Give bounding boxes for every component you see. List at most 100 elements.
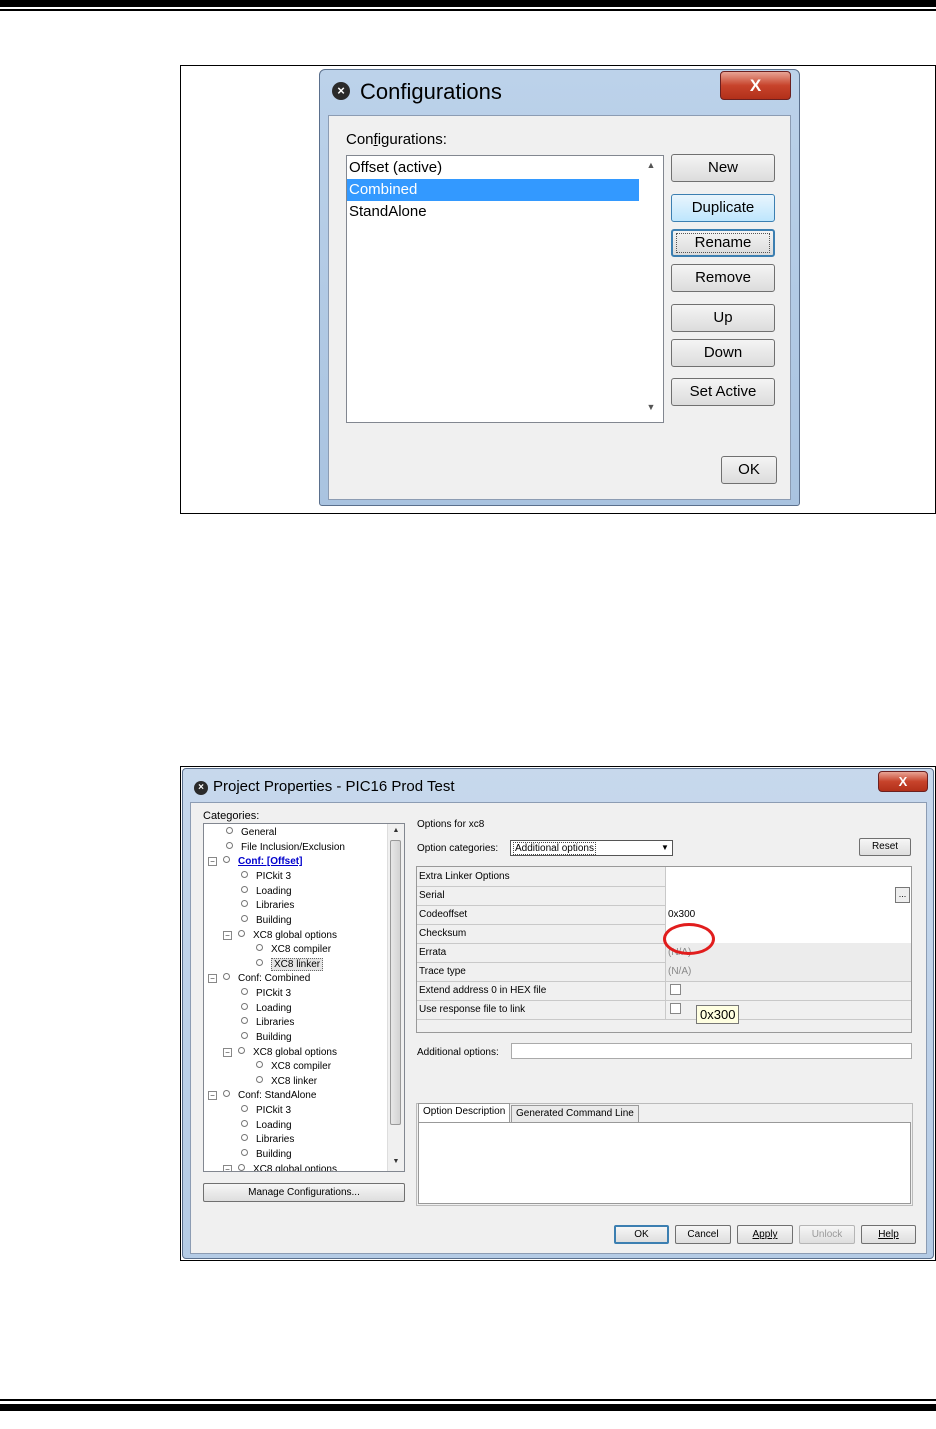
node-bullet-icon bbox=[256, 944, 263, 951]
option-value[interactable] bbox=[665, 867, 911, 886]
tree-item[interactable]: Loading bbox=[241, 885, 292, 899]
value-tooltip: 0x300 bbox=[696, 1005, 740, 1024]
list-scrollbar[interactable]: ▲ ▼ bbox=[639, 156, 663, 422]
list-item-selected[interactable]: Combined bbox=[347, 179, 639, 201]
tree-item[interactable]: File Inclusion/Exclusion bbox=[226, 841, 345, 855]
response-file-checkbox[interactable] bbox=[670, 1003, 681, 1014]
duplicate-button[interactable]: Duplicate bbox=[671, 194, 775, 222]
option-row[interactable]: Extend address 0 in HEX file bbox=[417, 981, 911, 1001]
node-bullet-icon bbox=[241, 1003, 248, 1010]
collapse-icon[interactable]: − bbox=[223, 1165, 232, 1171]
option-categories-dropdown[interactable]: Additional options ▼ bbox=[510, 840, 673, 856]
scroll-up-arrow-icon[interactable]: ▲ bbox=[639, 160, 663, 170]
up-button[interactable]: Up bbox=[671, 304, 775, 332]
option-row[interactable]: Codeoffset 0x300 bbox=[417, 905, 911, 925]
tree-item[interactable]: XC8 linker bbox=[256, 1075, 317, 1089]
tree-item-label: Loading bbox=[256, 886, 292, 897]
close-button[interactable]: X bbox=[878, 771, 928, 792]
tree-item[interactable]: − Conf: [Offset] bbox=[208, 855, 302, 869]
chevron-down-icon[interactable]: ▼ bbox=[658, 841, 672, 855]
option-value[interactable] bbox=[665, 981, 911, 1000]
categories-tree[interactable]: General File Inclusion/Exclusion − Conf: … bbox=[203, 823, 405, 1172]
dialog-body: Configurations: Offset (active) Combined… bbox=[328, 115, 791, 500]
collapse-icon[interactable]: − bbox=[208, 1091, 217, 1100]
reset-button-label: Reset bbox=[871, 841, 899, 852]
ok-button-label: OK bbox=[634, 1229, 649, 1240]
tree-item[interactable]: Loading bbox=[241, 1002, 292, 1016]
help-button[interactable]: Help bbox=[861, 1225, 916, 1244]
top-rule-thin bbox=[0, 9, 936, 11]
tree-item[interactable]: Building bbox=[241, 1031, 292, 1045]
option-value[interactable]: ... bbox=[665, 886, 911, 905]
additional-options-input[interactable] bbox=[511, 1043, 912, 1059]
option-row[interactable]: Serial... bbox=[417, 886, 911, 906]
close-button[interactable]: X bbox=[720, 71, 791, 100]
manage-configurations-button[interactable]: Manage Configurations... bbox=[203, 1183, 405, 1202]
tree-item-label: Building bbox=[256, 1149, 292, 1160]
option-row[interactable]: Trace type (N/A) bbox=[417, 962, 911, 982]
new-button[interactable]: New bbox=[671, 154, 775, 182]
tree-item[interactable]: Libraries bbox=[241, 1133, 294, 1147]
browse-button[interactable]: ... bbox=[895, 887, 910, 903]
node-bullet-icon bbox=[238, 930, 245, 937]
option-value[interactable]: 0x300 bbox=[665, 905, 911, 924]
tree-item[interactable]: Building bbox=[241, 1148, 292, 1162]
cancel-button[interactable]: Cancel bbox=[675, 1225, 731, 1244]
tree-item[interactable]: − Conf: StandAlone bbox=[208, 1089, 316, 1103]
node-bullet-icon bbox=[238, 1164, 245, 1171]
tree-item[interactable]: − XC8 global options bbox=[223, 1046, 337, 1060]
collapse-icon[interactable]: − bbox=[208, 857, 217, 866]
tree-item[interactable]: XC8 compiler bbox=[256, 943, 331, 957]
tree-item[interactable]: Libraries bbox=[241, 1016, 294, 1030]
down-button[interactable]: Down bbox=[671, 339, 775, 367]
option-row[interactable]: Errata (N/A) bbox=[417, 943, 911, 963]
tree-item[interactable]: Loading bbox=[241, 1119, 292, 1133]
tab-option-description[interactable]: Option Description bbox=[418, 1103, 511, 1122]
apply-button[interactable]: Apply bbox=[737, 1225, 793, 1244]
tree-item[interactable]: PICkit 3 bbox=[241, 870, 291, 884]
tree-item[interactable]: − Conf: Combined bbox=[208, 972, 310, 986]
tree-item[interactable]: General bbox=[226, 826, 277, 840]
reset-button[interactable]: Reset bbox=[859, 838, 911, 856]
ok-button[interactable]: OK bbox=[614, 1225, 669, 1244]
highlight-circle bbox=[663, 923, 715, 955]
option-row[interactable]: Extra Linker Options bbox=[417, 867, 911, 887]
collapse-icon[interactable]: − bbox=[223, 1048, 232, 1057]
additional-options-label: Additional options: bbox=[417, 1047, 499, 1058]
options-for-label: Options for xc8 bbox=[417, 819, 485, 830]
cancel-button-label: Cancel bbox=[687, 1229, 719, 1240]
tree-item[interactable]: PICkit 3 bbox=[241, 1104, 291, 1118]
collapse-icon[interactable]: − bbox=[208, 974, 217, 983]
tree-item[interactable]: XC8 compiler bbox=[256, 1060, 331, 1074]
option-name: Trace type bbox=[419, 966, 466, 977]
tree-item[interactable]: − XC8 global options bbox=[223, 1163, 337, 1171]
tree-item-selected[interactable]: XC8 linker bbox=[256, 958, 324, 972]
set-active-button-label: Set Active bbox=[689, 383, 757, 400]
scroll-thumb[interactable] bbox=[390, 840, 401, 1125]
tree-item[interactable]: − XC8 global options bbox=[223, 929, 337, 943]
project-properties-dialog: × Project Properties - PIC16 Prod Test X… bbox=[182, 768, 934, 1259]
list-item[interactable]: StandAlone bbox=[347, 201, 639, 223]
remove-button[interactable]: Remove bbox=[671, 264, 775, 292]
scroll-down-arrow-icon[interactable]: ▼ bbox=[639, 402, 663, 412]
scroll-down-arrow-icon[interactable]: ▼ bbox=[388, 1158, 404, 1165]
set-active-button[interactable]: Set Active bbox=[671, 378, 775, 406]
ok-button[interactable]: OK bbox=[721, 456, 777, 484]
scroll-up-arrow-icon[interactable]: ▲ bbox=[388, 827, 404, 834]
bottom-rule-thick bbox=[0, 1404, 936, 1411]
tree-item[interactable]: PICkit 3 bbox=[241, 987, 291, 1001]
tree-scrollbar[interactable]: ▲ ▼ bbox=[387, 824, 404, 1171]
duplicate-button-label: Duplicate bbox=[691, 199, 755, 216]
option-row[interactable]: Use response file to link bbox=[417, 1000, 911, 1020]
list-item[interactable]: Offset (active) bbox=[347, 157, 639, 179]
extend-address-checkbox[interactable] bbox=[670, 984, 681, 995]
configurations-list[interactable]: Offset (active) Combined StandAlone ▲ ▼ bbox=[346, 155, 664, 423]
tree-item-label: XC8 global options bbox=[253, 1047, 337, 1058]
collapse-icon[interactable]: − bbox=[223, 931, 232, 940]
option-description-text bbox=[418, 1122, 911, 1204]
tree-item[interactable]: Libraries bbox=[241, 899, 294, 913]
option-value: (N/A) bbox=[665, 962, 911, 981]
tab-generated-command-line[interactable]: Generated Command Line bbox=[511, 1105, 639, 1123]
rename-button[interactable]: Rename bbox=[671, 229, 775, 257]
tree-item[interactable]: Building bbox=[241, 914, 292, 928]
